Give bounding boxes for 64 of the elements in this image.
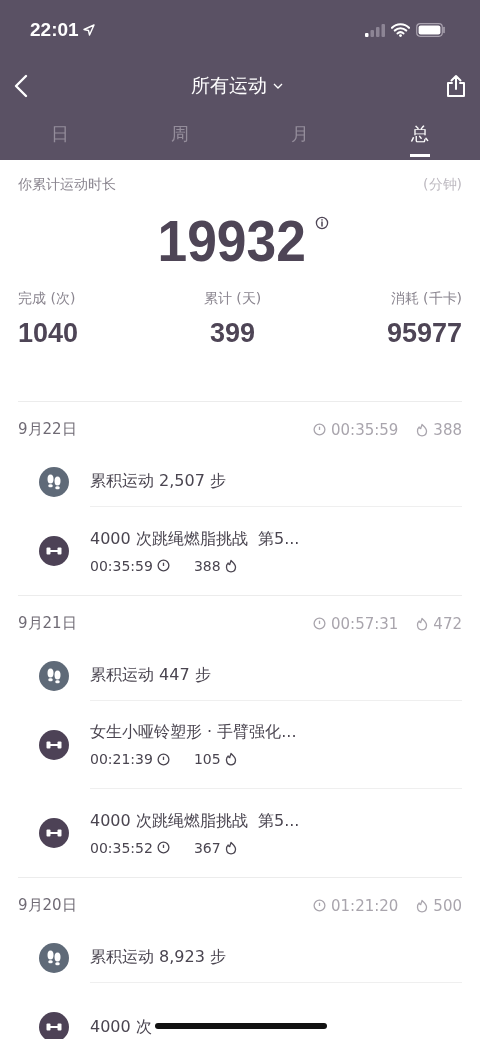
activity-calories: 388 [193, 557, 221, 574]
period-tab[interactable]: 总 [360, 112, 480, 160]
dumbbell-icon [39, 730, 69, 760]
activity-title: 累积运动 8,923 步 [90, 947, 226, 968]
activity-filter-dropdown[interactable]: 所有运动 [191, 73, 283, 99]
location-arrow-icon [82, 24, 95, 36]
clock-icon [156, 841, 170, 854]
day-calories: 472 [433, 614, 462, 633]
wifi-icon [391, 23, 410, 37]
share-icon[interactable] [446, 74, 466, 98]
day-date: 9月21日 [18, 614, 78, 633]
back-icon[interactable] [14, 74, 28, 98]
flame-icon [416, 616, 429, 631]
clock-icon [313, 899, 326, 912]
status-time: 22:01 [30, 19, 79, 41]
clock-icon [156, 559, 170, 572]
dumbbell-icon [39, 536, 69, 566]
dumbbell-icon [39, 1012, 69, 1039]
period-tab[interactable]: 日 [0, 112, 120, 160]
activity-calories: 367 [193, 839, 221, 856]
activity-calories: 105 [193, 751, 221, 767]
day-calories: 500 [433, 896, 462, 915]
unit-label: (分钟) [423, 176, 462, 194]
day-duration: 00:57:31 [331, 614, 399, 633]
activity-title: 4000 次 [90, 1016, 152, 1038]
activity-title: 女生小哑铃塑形 · 手臂强化... [90, 722, 297, 743]
day-duration: 01:21:20 [331, 896, 399, 915]
flame-icon [416, 422, 429, 437]
day-calories: 388 [433, 420, 462, 439]
summary-label: 你累计运动时长 [18, 176, 116, 194]
stat-value: 1040 [18, 318, 79, 349]
period-tab[interactable]: 周 [120, 112, 240, 160]
chevron-down-icon [273, 83, 283, 89]
day-date: 9月22日 [18, 420, 78, 439]
activity-title: 4000 次跳绳燃脂挑战 第5... [90, 528, 300, 550]
clock-icon [313, 617, 326, 630]
clock-icon [156, 752, 170, 766]
activity-duration: 00:21:39 [90, 751, 153, 767]
activity-title: 4000 次跳绳燃脂挑战 第5... [90, 810, 300, 832]
activity-title: 累积运动 2,507 步 [90, 471, 226, 492]
activity-title: 累积运动 447 步 [90, 665, 211, 686]
info-icon[interactable] [314, 216, 329, 230]
stat-value: 95977 [386, 318, 462, 349]
activity-duration: 00:35:52 [90, 839, 153, 856]
flame-icon [224, 558, 237, 573]
clock-icon [313, 423, 326, 436]
footprints-icon [39, 943, 69, 973]
signal-icon [365, 23, 385, 37]
stat-value: 399 [209, 318, 255, 349]
flame-icon [224, 752, 237, 766]
day-date: 9月20日 [18, 896, 78, 915]
flame-icon [224, 840, 237, 855]
period-tab[interactable]: 月 [240, 112, 360, 160]
dumbbell-icon [39, 818, 69, 848]
stat-label: 完成 (次) [18, 290, 77, 308]
stat-label: 消耗 (千卡) [390, 290, 462, 308]
battery-icon [416, 23, 446, 37]
footprints-icon [39, 661, 69, 691]
activity-duration: 00:35:59 [90, 557, 153, 574]
footprints-icon [39, 467, 69, 497]
flame-icon [416, 898, 429, 913]
day-duration: 00:35:59 [331, 420, 399, 439]
total-minutes: 19932 [157, 212, 307, 270]
stat-label: 累计 (天) [203, 290, 262, 308]
